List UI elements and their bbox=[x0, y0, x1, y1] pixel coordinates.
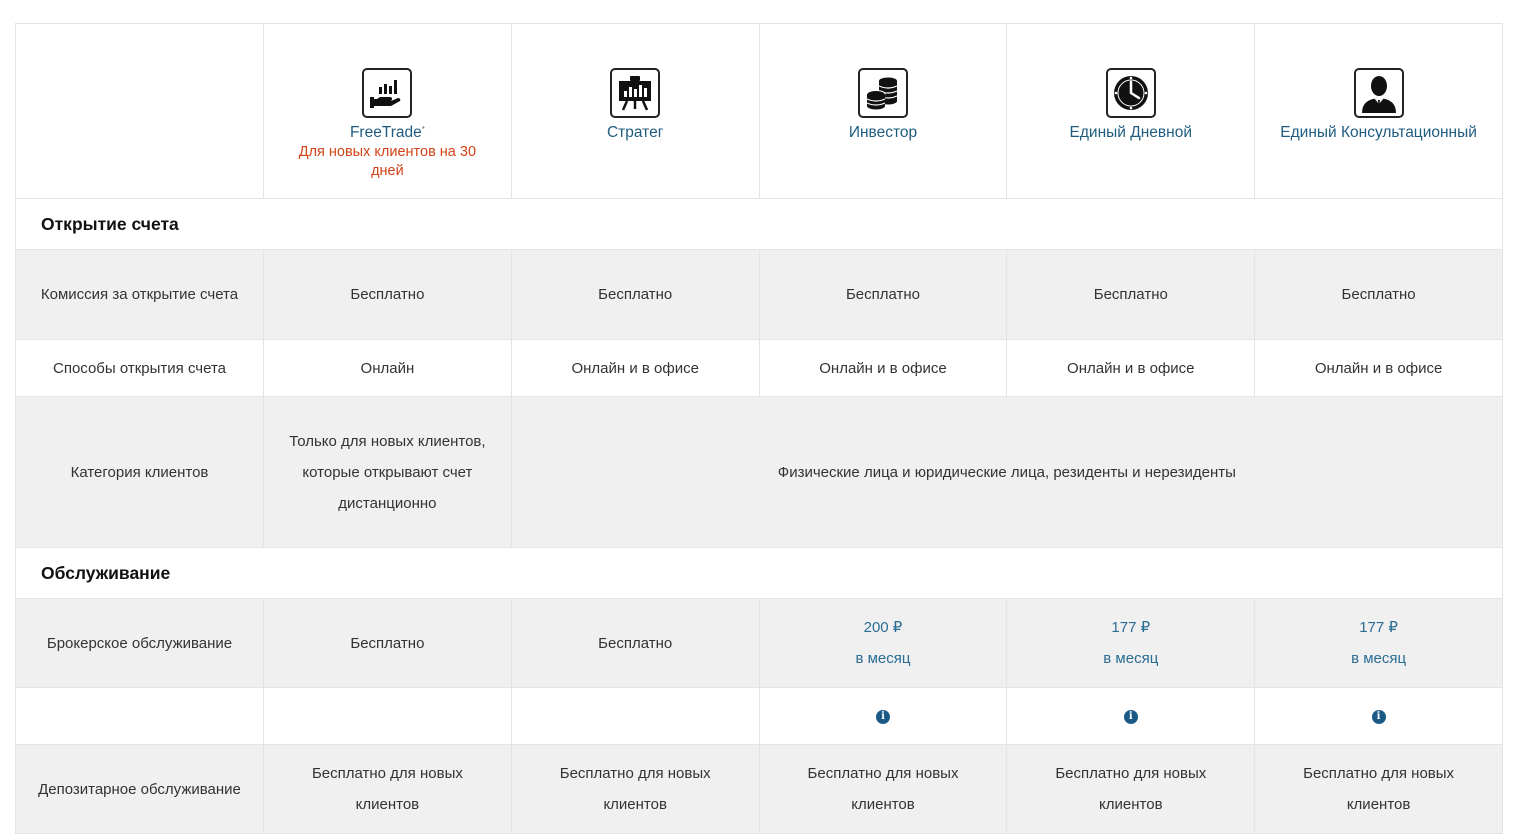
table-row: Депозитарное обслуживание Бесплатно для … bbox=[15, 744, 1503, 834]
table-row: Категория клиентов Только для новых клие… bbox=[15, 396, 1503, 548]
table-cell: Онлайн и в офисе bbox=[1006, 339, 1256, 397]
coins-stack-icon bbox=[857, 68, 908, 118]
table-row: Комиссия за открытие счета Бесплатно Бес… bbox=[15, 249, 1503, 340]
row-label: Категория клиентов bbox=[15, 396, 264, 548]
plan-single-consulting[interactable]: Единый Консультационный bbox=[1254, 23, 1503, 199]
table-cell: Бесплатно bbox=[510, 249, 760, 340]
plan-strateg[interactable]: Стратег bbox=[510, 23, 760, 199]
table-cell-merged: Физические лица и юридические лица, рези… bbox=[510, 396, 1503, 548]
table-cell: Бесплатно для новых клиентов bbox=[510, 744, 760, 834]
section-row: Открытие счета bbox=[15, 198, 1503, 250]
section-title-opening: Открытие счета bbox=[15, 198, 1503, 250]
table-row: Брокерское обслуживание Бесплатно Беспла… bbox=[15, 598, 1503, 688]
table-cell: Бесплатно bbox=[263, 598, 512, 688]
plan-name[interactable]: Стратег bbox=[534, 117, 737, 148]
header-corner-cell bbox=[15, 23, 264, 199]
info-icon[interactable]: i bbox=[1371, 709, 1386, 724]
table-cell bbox=[263, 687, 512, 745]
plan-investor[interactable]: Инвестор bbox=[758, 23, 1008, 199]
table-cell: Бесплатно для новых клиентов bbox=[263, 744, 512, 834]
table-cell: i bbox=[1254, 687, 1503, 745]
section-row: Обслуживание bbox=[15, 547, 1503, 599]
price-value: Бесплатно bbox=[598, 634, 673, 652]
table-cell: 177 ₽ в месяц bbox=[1254, 598, 1503, 688]
table-cell: Онлайн и в офисе bbox=[510, 339, 760, 397]
plan-name[interactable]: Инвестор bbox=[782, 117, 985, 148]
table-cell: Бесплатно bbox=[510, 598, 760, 688]
info-icon[interactable]: i bbox=[1123, 709, 1138, 724]
plan-freetrade[interactable]: FreeTrade* Для новых клиентов на 30 дней bbox=[263, 23, 512, 199]
price-period: в месяц bbox=[855, 650, 911, 667]
plan-name-text[interactable]: FreeTrade bbox=[350, 124, 422, 141]
price-period: в месяц bbox=[1103, 650, 1159, 667]
row-label: Депозитарное обслуживание bbox=[15, 744, 264, 834]
table-cell: Бесплатно bbox=[1006, 249, 1256, 340]
table-cell: i bbox=[758, 687, 1008, 745]
plan-name[interactable]: Единый Консультационный bbox=[1277, 117, 1480, 148]
table-cell bbox=[510, 687, 760, 745]
table-cell: Онлайн и в офисе bbox=[1254, 339, 1503, 397]
table-cell: 200 ₽ в месяц bbox=[758, 598, 1008, 688]
table-cell: Онлайн и в офисе bbox=[758, 339, 1008, 397]
price-period: в месяц bbox=[1351, 650, 1407, 667]
table-row: i i i bbox=[15, 687, 1503, 745]
section-title-service: Обслуживание bbox=[15, 547, 1503, 599]
price-value: Бесплатно bbox=[350, 634, 425, 652]
table-row: Способы открытия счета Онлайн Онлайн и в… bbox=[15, 339, 1503, 397]
presentation-board-icon bbox=[610, 68, 661, 118]
table-cell bbox=[15, 687, 264, 745]
table-cell: Бесплатно для новых клиентов bbox=[1254, 744, 1503, 834]
plan-footnote-mark: * bbox=[421, 125, 425, 134]
chart-hand-icon bbox=[362, 68, 413, 118]
plan-promo: Для новых клиентов на 30 дней bbox=[298, 144, 477, 179]
table-cell: Онлайн bbox=[263, 339, 512, 397]
table-cell: Бесплатно для новых клиентов bbox=[758, 744, 1008, 834]
plan-single-daily[interactable]: Единый Дневной bbox=[1006, 23, 1256, 199]
table-cell: 177 ₽ в месяц bbox=[1006, 598, 1256, 688]
price-value: 177 ₽ bbox=[1111, 619, 1151, 636]
row-label: Комиссия за открытие счета bbox=[15, 249, 264, 340]
info-icon[interactable]: i bbox=[875, 709, 890, 724]
price-value: 200 ₽ bbox=[863, 619, 903, 636]
table-cell: Бесплатно bbox=[263, 249, 512, 340]
plan-name[interactable]: Единый Дневной bbox=[1029, 117, 1232, 148]
person-icon bbox=[1353, 68, 1404, 118]
table-cell: Бесплатно bbox=[758, 249, 1008, 340]
plans-header-row: FreeTrade* Для новых клиентов на 30 дней… bbox=[15, 23, 1503, 199]
table-cell: Бесплатно bbox=[1254, 249, 1503, 340]
clock-icon bbox=[1105, 68, 1156, 118]
table-cell: i bbox=[1006, 687, 1256, 745]
price-value: 177 ₽ bbox=[1359, 619, 1398, 636]
row-label: Способы открытия счета bbox=[15, 339, 264, 397]
table-cell: Бесплатно для новых клиентов bbox=[1006, 744, 1256, 834]
row-label: Брокерское обслуживание bbox=[15, 598, 264, 688]
table-cell: Только для новых клиентов, которые откры… bbox=[263, 396, 512, 548]
tariff-comparison-table: FreeTrade* Для новых клиентов на 30 дней… bbox=[15, 23, 1503, 834]
